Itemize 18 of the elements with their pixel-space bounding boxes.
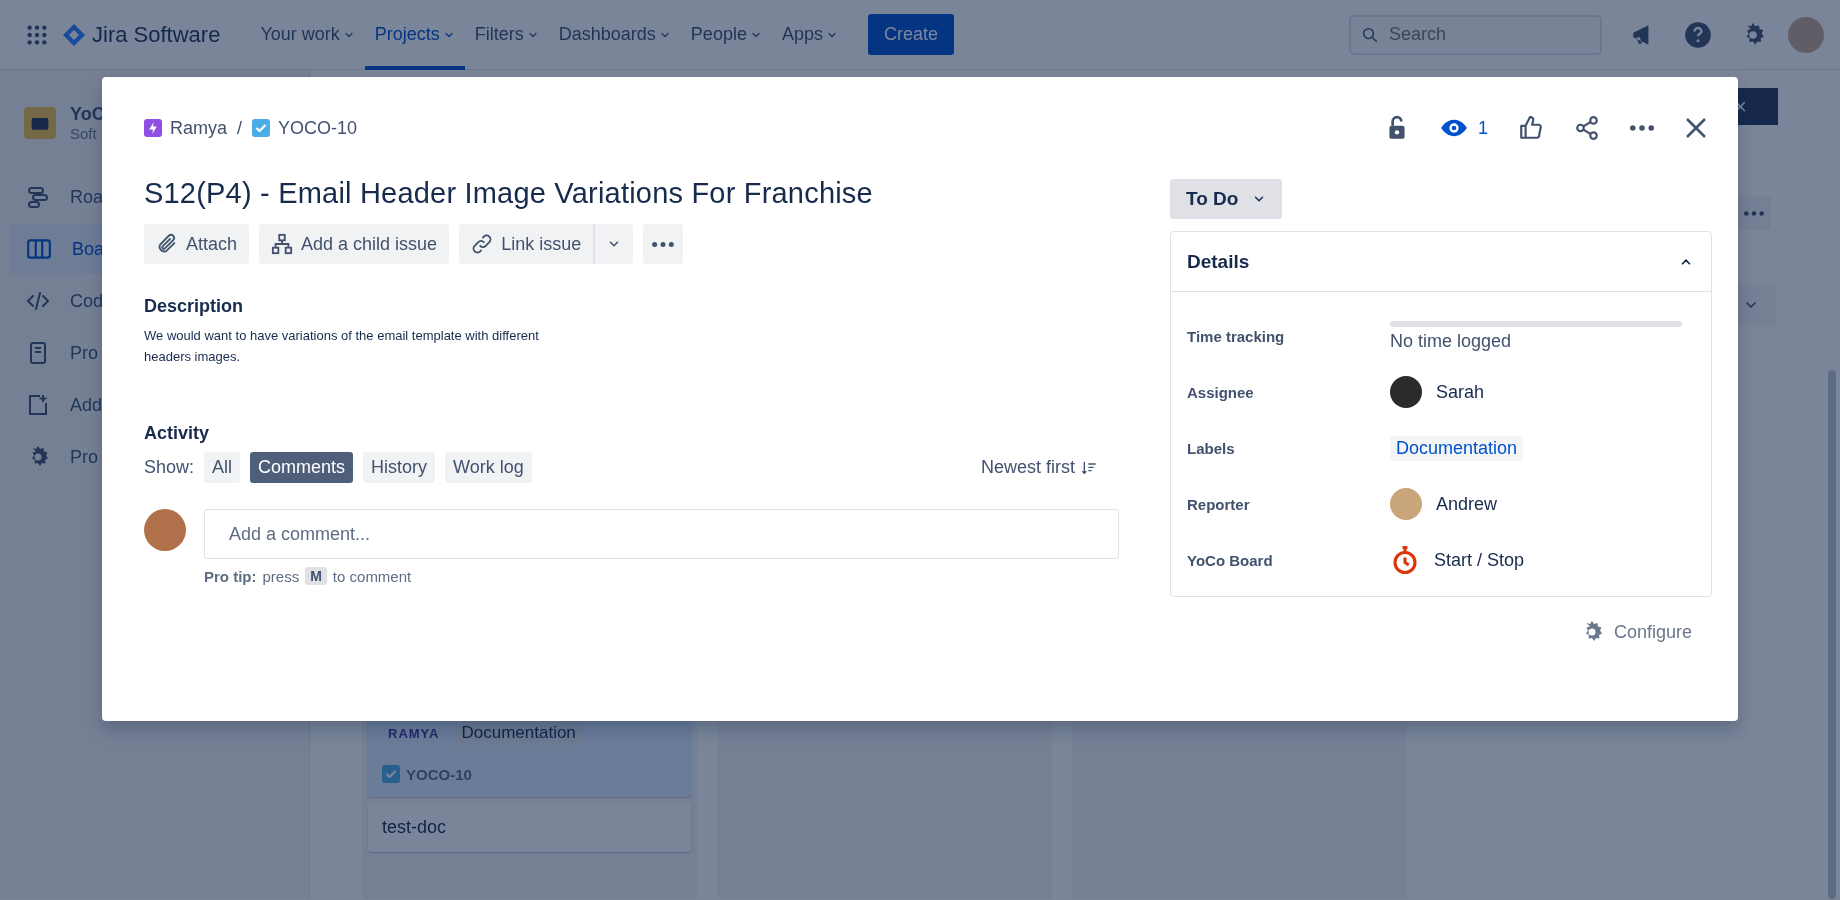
field-label: Assignee (1187, 383, 1255, 401)
pro-tip-label: Pro tip: (204, 567, 257, 585)
field-label: Time tracking (1187, 327, 1286, 345)
section-heading: Description (144, 296, 245, 317)
pro-tip-text: press (262, 567, 300, 585)
time-tracking-value: No time logged (1390, 330, 1513, 352)
keyboard-key: M (305, 567, 327, 585)
epic-tag: RAMYA (382, 723, 446, 743)
pro-tip-text: to comment (332, 567, 412, 585)
project-type: Soft (70, 125, 98, 142)
field-label: Labels (1187, 439, 1236, 457)
issue-key: YOCO-10 (406, 765, 472, 783)
field-label: YoCo Board (1187, 551, 1274, 569)
label-tag: Documentation (455, 721, 582, 745)
section-heading: Activity (144, 423, 211, 444)
breadcrumb-separator: / (237, 117, 243, 139)
field-label: Reporter (1187, 495, 1251, 513)
show-label: Show: (144, 457, 195, 478)
